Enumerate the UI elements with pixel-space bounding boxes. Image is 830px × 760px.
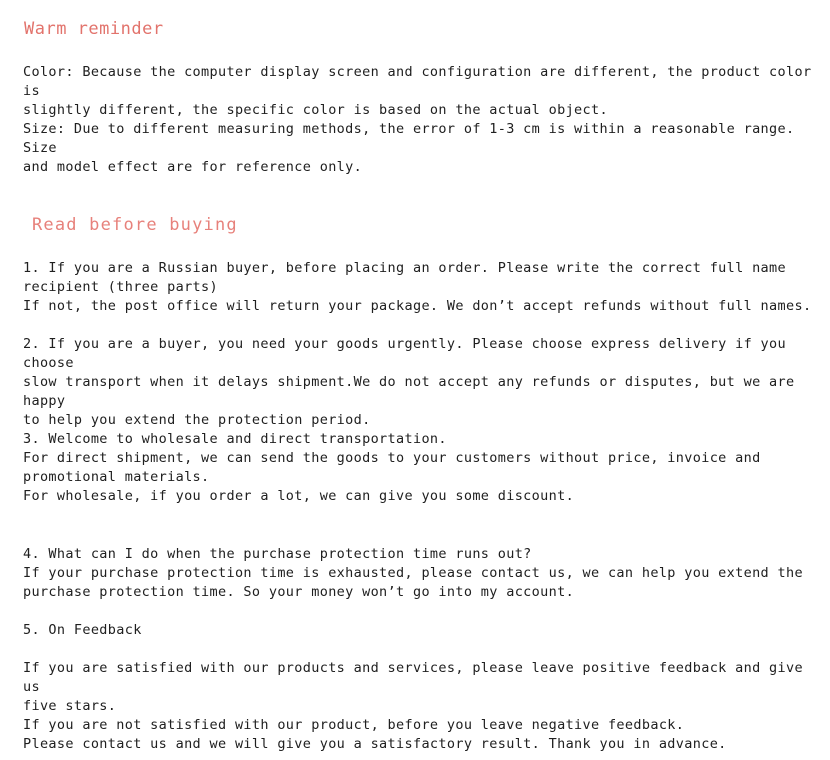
policy-item-4-purchase-protection: 4. What can I do when the purchase prote… xyxy=(23,546,803,600)
color-disclaimer-text: Color: Because the computer display scre… xyxy=(23,64,812,118)
policy-notice-page: Warm reminder Color: Because the compute… xyxy=(0,0,830,760)
read-before-buying-heading: Read before buying xyxy=(32,215,238,235)
policy-item-1-russian-buyer: 1. If you are a Russian buyer, before pl… xyxy=(23,260,812,314)
warm-reminder-heading: Warm reminder xyxy=(24,19,164,39)
policy-item-3-wholesale: 3. Welcome to wholesale and direct trans… xyxy=(23,431,761,504)
size-disclaimer-text: Size: Due to different measuring methods… xyxy=(23,121,795,175)
policy-item-5-feedback-body: If you are satisfied with our products a… xyxy=(23,660,803,752)
policy-item-2-shipping: 2. If you are a buyer, you need your goo… xyxy=(23,336,795,428)
policy-item-5-feedback-heading: 5. On Feedback xyxy=(23,622,142,638)
